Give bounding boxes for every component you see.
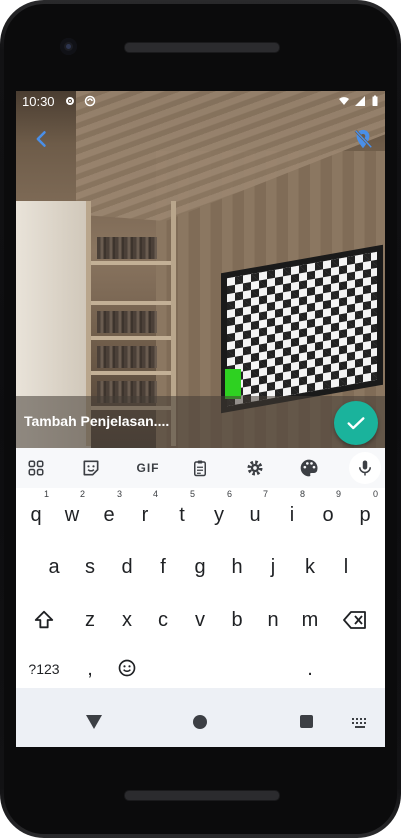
apps-grid-icon[interactable] [24, 456, 48, 480]
tv-checkerboard [227, 251, 377, 407]
backspace-icon [343, 611, 366, 629]
nav-home-icon[interactable] [193, 715, 207, 729]
key-l[interactable]: l [329, 544, 363, 590]
shelf-board [91, 261, 171, 265]
books [97, 346, 157, 368]
key-label: i [289, 504, 295, 526]
key-e[interactable]: e3 [92, 489, 126, 538]
key-label: t [179, 504, 185, 526]
data-saver-icon [84, 95, 96, 107]
key-y[interactable]: y6 [202, 489, 236, 538]
key-z[interactable]: z [73, 597, 107, 643]
key-hint: 7 [262, 489, 268, 499]
status-bar: 10:30 [16, 91, 385, 113]
key-label: w [64, 504, 80, 526]
caption-input[interactable]: Tambah Penjelasan.... [24, 413, 169, 429]
key-label: r [141, 504, 149, 526]
key-a[interactable]: a [37, 544, 71, 590]
top-speaker [124, 42, 280, 53]
clipboard-icon[interactable] [188, 456, 212, 480]
key-hint: 0 [372, 489, 378, 499]
key-label: q [30, 504, 42, 526]
check-icon [347, 417, 365, 430]
screen: Tambah Penjelasan.... 10:30 GIF q 1 w 2 … [16, 91, 385, 747]
key-n[interactable]: n [256, 597, 290, 643]
front-camera [60, 38, 77, 55]
key-label: p [359, 504, 371, 526]
nav-recents-icon[interactable] [300, 715, 313, 728]
sticker-icon[interactable] [79, 456, 103, 480]
key-p[interactable]: p0 [348, 489, 382, 538]
photo-preview: Tambah Penjelasan.... 10:30 [16, 91, 385, 448]
key-o[interactable]: o9 [311, 489, 345, 538]
gif-button[interactable]: GIF [133, 456, 163, 480]
key-f[interactable]: f [146, 544, 180, 590]
key-i[interactable]: i8 [275, 489, 309, 538]
key-label: u [249, 504, 261, 526]
key-hint: 6 [226, 489, 232, 499]
key-area: q1 w2 e3 r4 t5 y6 u7 i8 o9 p0 a s d f g … [16, 488, 385, 688]
backspace-key[interactable] [338, 597, 372, 643]
key-k[interactable]: k [293, 544, 327, 590]
nav-back-icon[interactable] [86, 715, 102, 729]
emoji-key[interactable] [110, 646, 144, 692]
key-hint: 5 [189, 489, 195, 499]
key-s[interactable]: s [73, 544, 107, 590]
photo-green-marker [225, 369, 241, 399]
navigation-bar [16, 699, 385, 747]
bottom-speaker [124, 790, 280, 801]
key-hint: 3 [116, 489, 122, 499]
key-hint: 4 [152, 489, 158, 499]
key-hint: 1 [43, 489, 49, 499]
send-button[interactable] [334, 401, 378, 445]
key-v[interactable]: v [183, 597, 217, 643]
key-hint: 2 [79, 489, 85, 499]
shelf-board [91, 371, 171, 375]
key-g[interactable]: g [183, 544, 217, 590]
key-label: e [103, 504, 115, 526]
key-x[interactable]: x [110, 597, 144, 643]
microphone-button[interactable] [349, 452, 381, 484]
location-off-icon[interactable] [352, 128, 374, 150]
gear-icon[interactable] [243, 456, 267, 480]
keyboard-switch-icon[interactable] [352, 718, 368, 728]
shelf-board [91, 336, 171, 340]
key-c[interactable]: c [146, 597, 180, 643]
key-hint: 9 [335, 489, 341, 499]
keyboard: GIF q1 w2 e3 r4 t5 y 6 u 7 i 8 o 9 p 0 a… [16, 448, 385, 747]
shift-key[interactable] [27, 597, 61, 643]
books [97, 237, 157, 259]
key-h[interactable]: h [220, 544, 254, 590]
wifi-icon [339, 97, 349, 105]
phone-frame: Tambah Penjelasan.... 10:30 GIF q 1 w 2 … [0, 0, 401, 838]
key-label: y [214, 504, 224, 526]
key-t[interactable]: t5 [165, 489, 199, 538]
signal-icon [355, 96, 365, 106]
key-u[interactable]: u7 [238, 489, 272, 538]
photo-tv [221, 244, 383, 414]
emoji-icon [118, 659, 136, 677]
shelf-board [91, 301, 171, 305]
key-label: o [322, 504, 334, 526]
key-r[interactable]: r4 [128, 489, 162, 538]
key-w[interactable]: w2 [55, 489, 89, 538]
comma-key[interactable]: , [73, 646, 107, 692]
status-time: 10:30 [22, 94, 55, 109]
battery-icon [372, 95, 378, 106]
key-b[interactable]: b [220, 597, 254, 643]
key-m[interactable]: m [293, 597, 327, 643]
symbols-key[interactable]: ?123 [24, 646, 64, 692]
key-q[interactable]: q1 [19, 489, 53, 538]
microphone-icon [359, 460, 371, 476]
key-hint: 8 [299, 489, 305, 499]
shift-icon [34, 610, 54, 629]
period-key[interactable]: . [293, 646, 327, 692]
palette-icon[interactable] [297, 456, 321, 480]
books [97, 311, 157, 333]
settings-icon [66, 97, 74, 105]
keyboard-toolbar: GIF [16, 448, 385, 488]
key-j[interactable]: j [256, 544, 290, 590]
back-arrow-icon[interactable] [32, 129, 52, 149]
key-d[interactable]: d [110, 544, 144, 590]
